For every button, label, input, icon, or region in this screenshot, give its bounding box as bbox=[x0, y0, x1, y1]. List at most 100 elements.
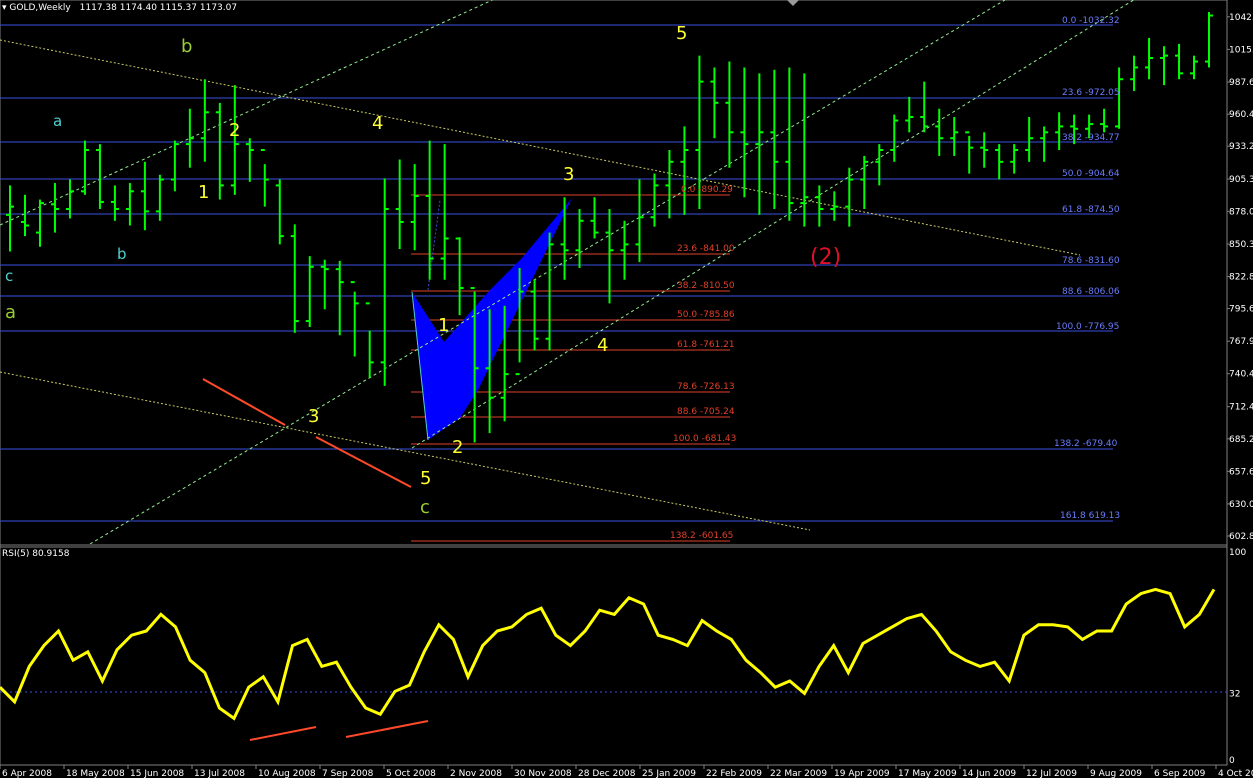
wave-label: 5 bbox=[676, 23, 687, 44]
ohlc-bar bbox=[140, 161, 149, 231]
ohlc-bar bbox=[1190, 55, 1199, 80]
y-tick-label: 712.4 bbox=[1229, 403, 1253, 413]
x-tick-label: 2 Nov 2008 bbox=[450, 769, 502, 778]
ohlc-bar bbox=[380, 178, 389, 386]
divergence-line bbox=[315, 436, 412, 488]
ohlc-bar bbox=[830, 191, 839, 221]
x-tick-label: 22 Feb 2009 bbox=[706, 769, 762, 778]
ohlc-bar bbox=[905, 96, 914, 133]
ohlc-bar bbox=[305, 256, 314, 327]
ohlc-bar bbox=[1115, 67, 1124, 129]
fib-blue-label: 161.8 619.13 bbox=[1060, 511, 1120, 521]
ohlc-bar bbox=[395, 159, 404, 250]
y-tick-label: 960.4 bbox=[1229, 110, 1253, 120]
fib-red-label: 50.0 -785.86 bbox=[677, 310, 735, 320]
ohlc-bar bbox=[20, 194, 29, 237]
ohlc-bar bbox=[1040, 126, 1049, 162]
x-tick-label: 18 May 2008 bbox=[66, 769, 125, 778]
ohlc-bar bbox=[785, 67, 794, 221]
ohlc-bar bbox=[110, 185, 119, 221]
ohlc-bar bbox=[860, 155, 869, 209]
fib-blue-label: 78.6 -831.60 bbox=[1062, 256, 1120, 266]
x-tick-label: 6 Apr 2008 bbox=[2, 769, 52, 778]
ohlc-bar bbox=[665, 150, 674, 219]
x-tick-label: 15 Jun 2008 bbox=[130, 769, 184, 778]
ohlc-bar bbox=[65, 179, 74, 219]
y-tick-label: 795.6 bbox=[1229, 305, 1253, 315]
channel-line bbox=[89, 0, 1006, 544]
scroll-marker[interactable] bbox=[787, 0, 799, 6]
ohlc-bar bbox=[290, 224, 299, 333]
symbol-label: GOLD,Weekly bbox=[9, 3, 71, 13]
ohlc-bar bbox=[890, 114, 899, 162]
ohlc-bar bbox=[425, 140, 434, 280]
fib-red-label: 78.6 -726.13 bbox=[677, 382, 735, 392]
ohlc-bar bbox=[545, 232, 554, 351]
ohlc-bar bbox=[1055, 112, 1064, 151]
ohlc-bar bbox=[605, 208, 614, 304]
wave-label: a bbox=[5, 302, 16, 323]
fib-blue-label: 0.0 -1032.32 bbox=[1062, 16, 1120, 26]
fib-blue-label: 38.2 -934.77 bbox=[1062, 133, 1120, 143]
y-tick-label: 602.8 bbox=[1229, 532, 1253, 542]
ohlc-bar bbox=[275, 179, 284, 245]
ohlc-bar bbox=[350, 281, 359, 357]
ohlc-bar bbox=[1025, 116, 1034, 162]
ohlc-bar bbox=[320, 259, 329, 310]
ohlc-bar bbox=[95, 144, 104, 209]
rsi-line bbox=[0, 587, 1216, 721]
wave-label: 2 bbox=[452, 437, 463, 458]
ohlc-bar bbox=[1160, 46, 1169, 86]
fib-red-label: 38.2 -810.50 bbox=[677, 281, 735, 291]
wave-label: 1 bbox=[438, 315, 449, 336]
ohlc-bar bbox=[365, 302, 374, 378]
rsi-divergence-line bbox=[345, 720, 429, 738]
y-tick-label: 685.2 bbox=[1229, 435, 1253, 445]
ohlc-bar bbox=[980, 132, 989, 168]
ohlc-bar bbox=[440, 144, 449, 280]
ohlc-bar bbox=[260, 149, 269, 207]
ohlc-bar bbox=[80, 140, 89, 195]
ohlc-bar bbox=[1010, 144, 1019, 174]
y-tick-label: 878.0 bbox=[1229, 207, 1253, 217]
ohlc-bar bbox=[620, 220, 629, 280]
ohlc-bar bbox=[815, 185, 824, 227]
ohlc-bar bbox=[1205, 12, 1214, 68]
ohlc-bar bbox=[530, 279, 539, 351]
x-tick-label: 28 Dec 2008 bbox=[578, 769, 636, 778]
x-tick-label: 13 Jul 2008 bbox=[194, 769, 245, 778]
ohlc-bar bbox=[170, 140, 179, 192]
ohlc-bar bbox=[770, 69, 779, 209]
ohlc-bar bbox=[920, 81, 929, 133]
fib-red-label: 100.0 -681.43 bbox=[673, 434, 736, 444]
wave-label: 3 bbox=[308, 406, 319, 427]
ohlc-bar bbox=[335, 260, 344, 336]
wave-label: (2) bbox=[810, 245, 841, 270]
ohlc-bar bbox=[710, 67, 719, 139]
fib-blue-label: 88.6 -806.06 bbox=[1062, 287, 1120, 297]
ohlc-bar bbox=[560, 197, 569, 280]
x-tick-label: 5 Oct 2008 bbox=[386, 769, 436, 778]
wave-label: 3 bbox=[563, 164, 574, 185]
wave-label: a bbox=[53, 112, 62, 130]
x-tick-label: 9 Aug 2009 bbox=[1090, 769, 1142, 778]
x-tick-label: 22 Mar 2009 bbox=[770, 769, 827, 778]
dropdown-icon[interactable]: ▾ bbox=[2, 3, 7, 13]
y-tick-label: 740.4 bbox=[1229, 370, 1253, 380]
ohlc-bar bbox=[680, 126, 689, 215]
fib-blue-label: 23.6 -972.05 bbox=[1062, 88, 1120, 98]
rsi-tick-label: 100 bbox=[1229, 548, 1246, 558]
fib-blue-label: 61.8 -874.50 bbox=[1062, 205, 1120, 215]
x-tick-label: 14 Jun 2009 bbox=[962, 769, 1016, 778]
fib-red-label: 23.6 -841.00 bbox=[677, 244, 735, 254]
y-tick-label: 822.8 bbox=[1229, 272, 1253, 282]
wave-label: 1 bbox=[198, 182, 209, 203]
ohlc-bar bbox=[590, 197, 599, 239]
ohlc-bar bbox=[740, 67, 749, 198]
rsi-tick-label: 0 bbox=[1229, 756, 1235, 766]
x-tick-label: 10 Aug 2008 bbox=[258, 769, 316, 778]
trendline-upper bbox=[0, 39, 1081, 256]
fib-blue-label: 138.2 -679.40 bbox=[1054, 439, 1118, 449]
ohlc-bar bbox=[245, 138, 254, 182]
x-tick-label: 4 Oct 2009 bbox=[1218, 769, 1253, 778]
